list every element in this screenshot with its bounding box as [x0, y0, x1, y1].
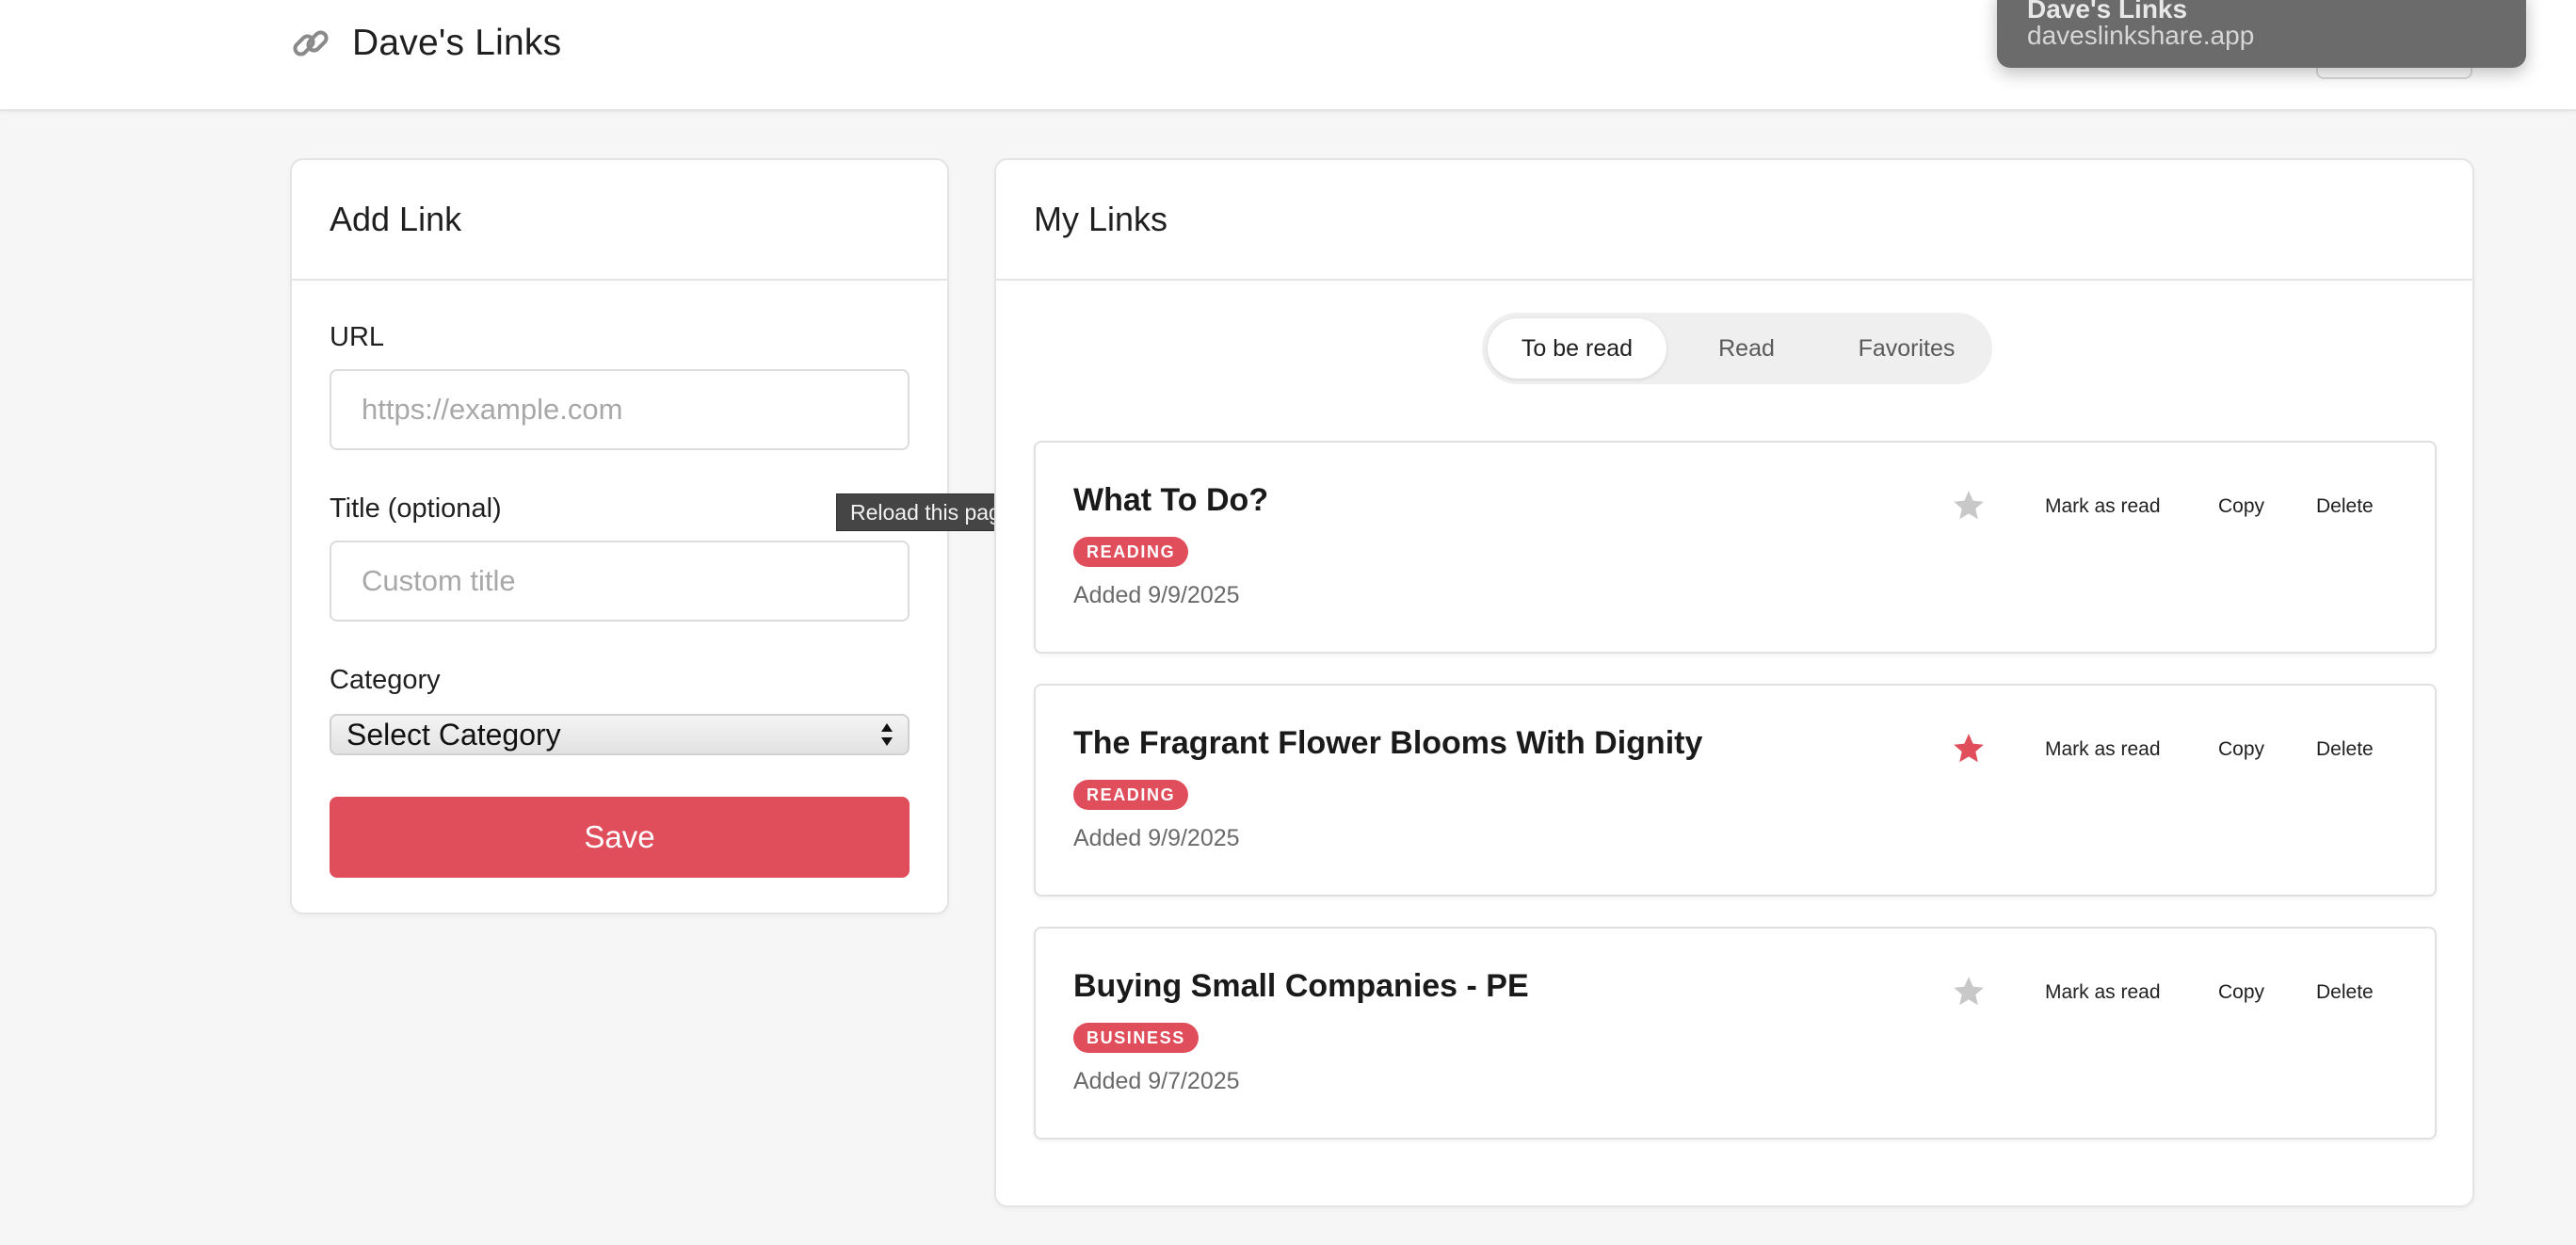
mark-as-read-button[interactable]: Mark as read [2045, 981, 2161, 1004]
my-links-header: My Links [996, 160, 2472, 281]
category-label: Category [330, 665, 441, 695]
delete-button[interactable]: Delete [2316, 495, 2374, 518]
app-popup[interactable]: Dave's Links daveslinkshare.app [1997, 0, 2526, 68]
brand[interactable]: Dave's Links [288, 21, 561, 66]
mark-as-read-button[interactable]: Mark as read [2045, 495, 2161, 518]
link-tabs: To be read Read Favorites [1482, 313, 1992, 384]
my-links-card: My Links To be read Read Favorites What … [994, 158, 2474, 1207]
delete-button[interactable]: Delete [2316, 981, 2374, 1004]
star-icon[interactable] [1951, 974, 1987, 1010]
title-label: Title (optional) [330, 493, 502, 524]
star-icon[interactable] [1951, 488, 1987, 524]
tab-favorites[interactable]: Favorites [1827, 318, 1987, 379]
link-item: The Fragrant Flower Blooms With Dignity … [1034, 684, 2437, 897]
tab-to-be-read[interactable]: To be read [1488, 318, 1666, 379]
app-title: Dave's Links [352, 23, 562, 63]
star-icon[interactable] [1951, 731, 1987, 767]
mark-as-read-button[interactable]: Mark as read [2045, 738, 2161, 761]
link-title[interactable]: The Fragrant Flower Blooms With Dignity [1073, 725, 1702, 762]
save-button[interactable]: Save [330, 797, 910, 878]
select-arrows-icon [881, 723, 893, 746]
category-select[interactable]: Select Category [330, 714, 910, 755]
added-date: Added 9/7/2025 [1073, 1068, 1240, 1094]
url-label: URL [330, 322, 385, 352]
tab-read[interactable]: Read [1666, 318, 1827, 379]
add-link-header: Add Link [292, 160, 947, 281]
category-badge: BUSINESS [1073, 1023, 1199, 1053]
url-input[interactable] [330, 369, 910, 450]
link-icon [293, 30, 329, 57]
category-badge: READING [1073, 780, 1189, 810]
popup-subtitle: daveslinkshare.app [2027, 21, 2255, 50]
link-item: What To Do? READING Added 9/9/2025 Mark … [1034, 441, 2437, 654]
my-links-title: My Links [1034, 200, 1168, 238]
added-date: Added 9/9/2025 [1073, 825, 1240, 851]
link-title[interactable]: What To Do? [1073, 482, 1268, 519]
add-link-title: Add Link [330, 200, 462, 238]
copy-button[interactable]: Copy [2218, 495, 2264, 518]
link-item: Buying Small Companies - PE BUSINESS Add… [1034, 927, 2437, 1140]
copy-button[interactable]: Copy [2218, 738, 2264, 761]
title-input[interactable] [330, 541, 910, 622]
category-badge: READING [1073, 537, 1189, 567]
copy-button[interactable]: Copy [2218, 981, 2264, 1004]
category-select-value: Select Category [346, 717, 561, 752]
link-title[interactable]: Buying Small Companies - PE [1073, 968, 1529, 1005]
added-date: Added 9/9/2025 [1073, 582, 1240, 608]
delete-button[interactable]: Delete [2316, 738, 2374, 761]
add-link-card: Add Link URL Title (optional) Category S… [290, 158, 949, 914]
